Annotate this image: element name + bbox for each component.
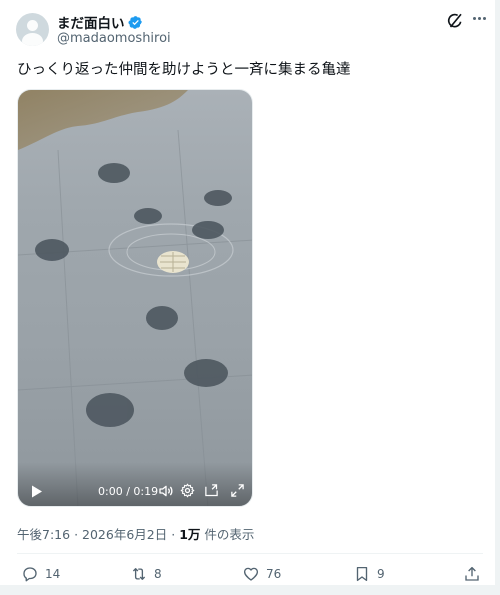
reply-count: 14 bbox=[45, 567, 61, 581]
avatar-body-shape bbox=[22, 33, 43, 46]
meta-separator: · bbox=[74, 527, 79, 542]
video-player[interactable]: 0:00 / 0:19 bbox=[17, 89, 253, 507]
share-button[interactable] bbox=[463, 565, 481, 583]
grok-icon[interactable] bbox=[446, 12, 464, 30]
avatar-head-shape bbox=[27, 20, 38, 31]
fullscreen-icon[interactable] bbox=[230, 483, 245, 498]
views-count: 1万 bbox=[179, 527, 201, 542]
bookmark-button[interactable]: 9 bbox=[353, 565, 385, 583]
page-edge-bottom bbox=[0, 585, 500, 595]
reply-button[interactable]: 14 bbox=[21, 565, 60, 583]
meta-separator: · bbox=[171, 527, 176, 542]
heart-icon bbox=[243, 567, 259, 581]
reply-icon bbox=[23, 567, 37, 582]
tweet-date[interactable]: 2026年6月2日 bbox=[82, 527, 167, 542]
settings-gear-icon[interactable] bbox=[180, 483, 195, 498]
tweet-meta: 午後7:16 · 2026年6月2日 · 1万 件の表示 bbox=[17, 524, 254, 543]
video-time-display: 0:00 / 0:19 bbox=[98, 485, 159, 498]
author-name-row[interactable]: まだ面白い bbox=[57, 12, 143, 32]
repost-count: 8 bbox=[154, 567, 162, 581]
verified-badge-icon bbox=[127, 15, 142, 29]
like-button[interactable]: 76 bbox=[242, 565, 281, 583]
divider bbox=[17, 553, 483, 554]
repost-icon bbox=[132, 568, 146, 580]
bookmark-icon bbox=[356, 566, 368, 582]
repost-button[interactable]: 8 bbox=[130, 565, 162, 583]
volume-icon[interactable] bbox=[158, 483, 174, 499]
author-display-name[interactable]: まだ面白い bbox=[57, 12, 125, 32]
bookmark-count: 9 bbox=[377, 567, 385, 581]
picture-in-picture-icon[interactable] bbox=[204, 483, 219, 498]
more-options-icon[interactable] bbox=[473, 17, 489, 23]
video-frame-turtles bbox=[18, 90, 252, 506]
like-count: 76 bbox=[266, 567, 282, 581]
video-controls-bar: 0:00 / 0:19 bbox=[18, 462, 252, 506]
author-handle[interactable]: @madaomoshiroi bbox=[57, 31, 171, 46]
avatar[interactable] bbox=[16, 13, 49, 46]
play-icon[interactable] bbox=[31, 485, 43, 498]
page-edge-right bbox=[495, 0, 500, 595]
share-icon bbox=[465, 566, 479, 581]
tweet-text: ひっくり返った仲間を助けようと一斉に集まる亀達 bbox=[17, 62, 351, 78]
tweet-time[interactable]: 午後7:16 bbox=[17, 527, 70, 542]
views-label: 件の表示 bbox=[204, 527, 255, 542]
